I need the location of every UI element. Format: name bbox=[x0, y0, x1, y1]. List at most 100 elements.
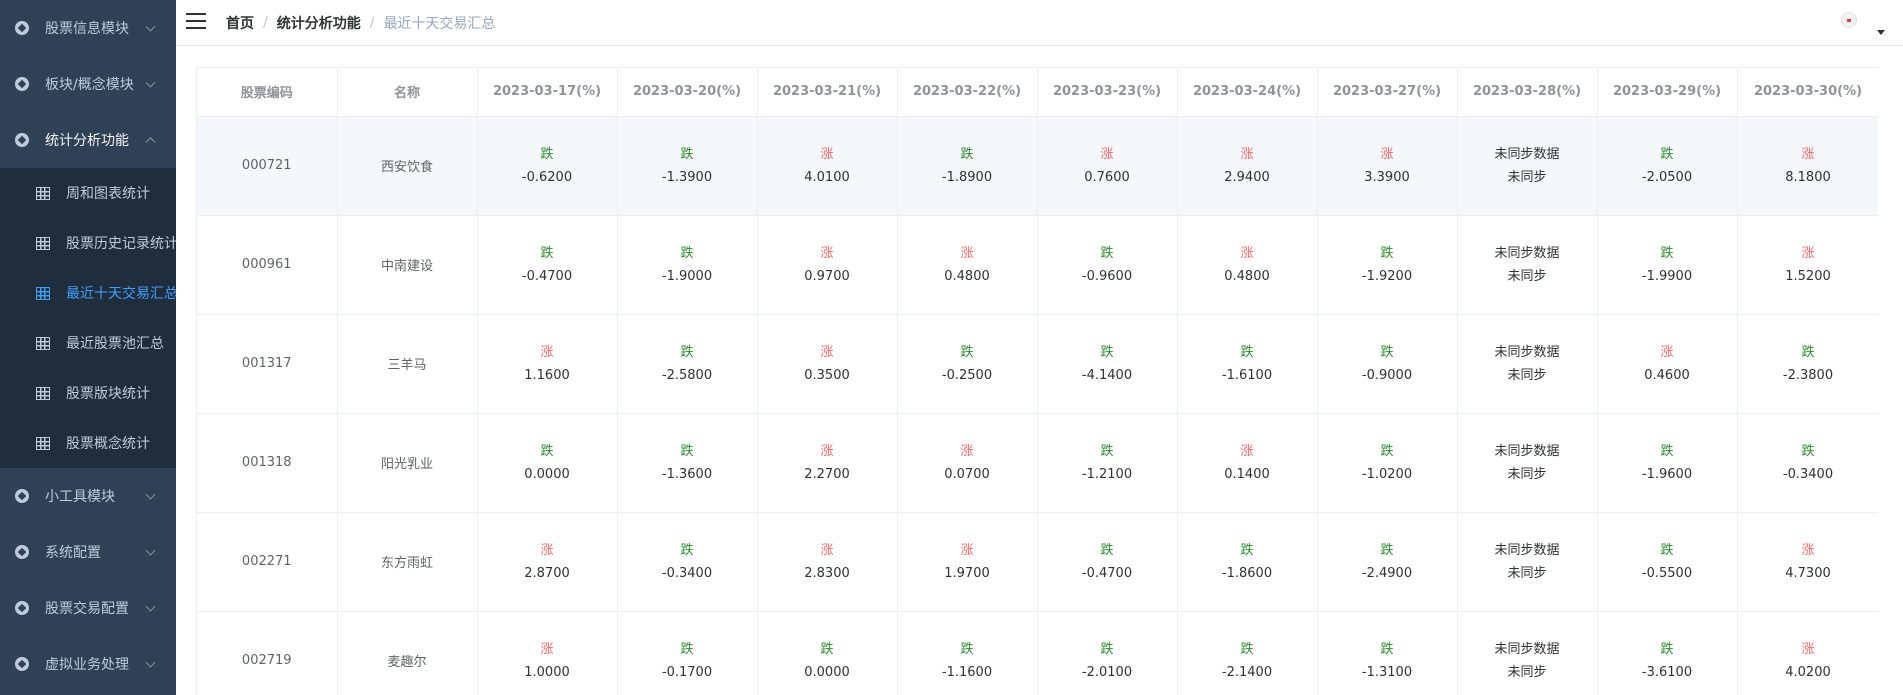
change-value: -2.5800 bbox=[661, 367, 713, 383]
table-body: 000721 西安饮食跌 -0.6200 跌 -1.3900 涨 4.0100 跌 -1.890… bbox=[197, 116, 1878, 695]
menu-virtual-business[interactable]: 虚拟业务处理 bbox=[0, 636, 176, 692]
sub-item-sector-stats[interactable]: 股票版块统计 bbox=[0, 368, 176, 418]
daily-change-cell: 涨 1.5200 bbox=[1737, 215, 1878, 315]
daily-change-cell: 跌 -0.4700 bbox=[1037, 512, 1178, 612]
change-value: 2.8300 bbox=[804, 565, 850, 581]
daily-change-cell: 跌 -0.3400 bbox=[617, 512, 758, 612]
change-value: -4.1400 bbox=[1081, 367, 1133, 383]
direction-label: 跌 bbox=[680, 641, 694, 657]
sub-item-ten-day-summary[interactable]: 最近十天交易汇总 bbox=[0, 268, 176, 318]
change-value: 4.0100 bbox=[804, 169, 850, 185]
sub-item-pool-summary[interactable]: 最近股票池汇总 bbox=[0, 318, 176, 368]
menu-sector-concept[interactable]: 板块/概念模块 bbox=[0, 56, 176, 112]
direction-label: 跌 bbox=[1660, 146, 1674, 162]
direction-label: 跌 bbox=[1100, 641, 1114, 657]
column-header: 2023-03-28(%) bbox=[1457, 68, 1598, 117]
change-value: 0.0000 bbox=[804, 664, 850, 680]
daily-change-cell: 跌 -1.3100 bbox=[1317, 611, 1458, 695]
daily-change-cell: 涨 4.0100 bbox=[757, 116, 898, 216]
direction-label: 跌 bbox=[1380, 245, 1394, 261]
direction-label: 跌 bbox=[1380, 443, 1394, 459]
direction-label: 跌 bbox=[1240, 542, 1254, 558]
statistics-submenu: 周和图表统计 股票历史记录统计 最近十天交易汇总 最近股票池汇总 股票版块统计 … bbox=[0, 168, 176, 468]
direction-label: 涨 bbox=[1240, 245, 1254, 261]
change-value: -0.9000 bbox=[1361, 367, 1413, 383]
direction-label: 涨 bbox=[1240, 146, 1254, 162]
change-value: 4.0200 bbox=[1785, 664, 1831, 680]
change-value: 未同步 bbox=[1507, 466, 1547, 482]
hamburger-icon[interactable] bbox=[186, 13, 206, 29]
table-row[interactable]: 001318 阳光乳业 跌 0.0000 跌 -1.3600 涨 2.2700 涨 0.0700 跌… bbox=[197, 413, 1878, 513]
change-value: 0.9700 bbox=[804, 268, 850, 284]
daily-change-cell: 跌 -2.3800 bbox=[1737, 314, 1878, 414]
daily-change-cell: 涨 0.4800 bbox=[897, 215, 1038, 315]
menu-circle-icon bbox=[15, 489, 29, 503]
change-value: -1.9900 bbox=[1641, 268, 1693, 284]
menu-trade-config[interactable]: 股票交易配置 bbox=[0, 580, 176, 636]
direction-label: 涨 bbox=[820, 245, 834, 261]
change-value: 0.1400 bbox=[1224, 466, 1270, 482]
breadcrumb-home[interactable]: 首页 bbox=[226, 13, 254, 33]
change-value: 2.2700 bbox=[804, 466, 850, 482]
menu-statistics[interactable]: 统计分析功能 bbox=[0, 112, 176, 168]
daily-change-cell: 跌 0.0000 bbox=[477, 413, 618, 513]
breadcrumb-current: 最近十天交易汇总 bbox=[383, 16, 496, 32]
direction-label: 未同步数据 bbox=[1494, 641, 1560, 657]
change-value: 3.3900 bbox=[1364, 169, 1410, 185]
chevron-down-icon bbox=[145, 21, 156, 32]
change-value: -0.5500 bbox=[1641, 565, 1693, 581]
daily-change-cell: 跌 -0.5500 bbox=[1597, 512, 1738, 612]
direction-label: 跌 bbox=[680, 146, 694, 162]
daily-change-cell: 跌 -4.1400 bbox=[1037, 314, 1178, 414]
breadcrumb-parent[interactable]: 统计分析功能 bbox=[277, 13, 361, 33]
daily-change-cell: 跌 -1.9600 bbox=[1597, 413, 1738, 513]
change-value: -1.2100 bbox=[1081, 466, 1133, 482]
menu-system-config[interactable]: 系统配置 bbox=[0, 524, 176, 580]
avatar[interactable] bbox=[1841, 12, 1857, 28]
column-header: 2023-03-23(%) bbox=[1037, 68, 1178, 117]
change-value: 2.9400 bbox=[1224, 169, 1270, 185]
chevron-down-icon bbox=[145, 601, 156, 612]
caret-down-icon[interactable] bbox=[1877, 30, 1885, 35]
daily-change-cell: 涨 0.0700 bbox=[897, 413, 1038, 513]
sub-item-weekly-chart[interactable]: 周和图表统计 bbox=[0, 168, 176, 218]
daily-change-cell: 跌 -2.0100 bbox=[1037, 611, 1178, 695]
direction-label: 跌 bbox=[680, 542, 694, 558]
table-row[interactable]: 002719 麦趣尔涨 1.0000 跌 -0.1700 跌 0.0000 跌 -1.1600 跌… bbox=[197, 611, 1878, 695]
daily-change-cell: 涨 1.1600 bbox=[477, 314, 618, 414]
change-value: -0.4700 bbox=[1081, 565, 1133, 581]
direction-label: 涨 bbox=[820, 344, 834, 360]
menu-tools[interactable]: 小工具模块 bbox=[0, 468, 176, 524]
change-value: -1.9600 bbox=[1641, 466, 1693, 482]
direction-label: 跌 bbox=[540, 245, 554, 261]
change-value: 0.7600 bbox=[1084, 169, 1130, 185]
change-value: 8.1800 bbox=[1785, 169, 1831, 185]
sub-item-history[interactable]: 股票历史记录统计 bbox=[0, 218, 176, 268]
column-header: 2023-03-29(%) bbox=[1597, 68, 1738, 117]
change-value: -1.6100 bbox=[1221, 367, 1273, 383]
direction-label: 跌 bbox=[1380, 344, 1394, 360]
column-header: 2023-03-30(%) bbox=[1737, 68, 1878, 117]
column-header: 2023-03-24(%) bbox=[1177, 68, 1318, 117]
menu-circle-icon bbox=[15, 545, 29, 559]
sub-item-label: 最近十天交易汇总 bbox=[66, 286, 176, 302]
change-value: -0.3400 bbox=[1782, 466, 1834, 482]
direction-label: 涨 bbox=[1100, 146, 1114, 162]
table-row[interactable]: 000961 中南建设 跌 -0.4700 跌 -1.9000 涨 0.9700 涨 0.4800… bbox=[197, 215, 1878, 315]
menu-stock-info[interactable]: 股票信息模块 bbox=[0, 0, 176, 56]
daily-change-cell: 跌 -2.0500 bbox=[1597, 116, 1738, 216]
table-row[interactable]: 002271 东方雨虹 涨 2.8700 跌 -0.3400 涨 2.8300 涨 1.9700 跌… bbox=[197, 512, 1878, 612]
change-value: -1.1600 bbox=[941, 664, 993, 680]
table-row[interactable]: 001317 三羊马涨 1.1600 跌 -2.5800 涨 0.3500 跌 -0.2500 跌… bbox=[197, 314, 1878, 414]
sidebar: 股票信息模块 板块/概念模块 统计分析功能 周和图表统计 股票历史记录统计 最近… bbox=[0, 0, 176, 695]
change-value: 2.8700 bbox=[524, 565, 570, 581]
daily-change-cell: 涨 2.8300 bbox=[757, 512, 898, 612]
table-row[interactable]: 000721 西安饮食 跌 -0.6200 跌 -1.3900 涨 4.0100 跌 -1.890… bbox=[197, 116, 1878, 216]
grid-table-icon bbox=[36, 436, 50, 450]
daily-change-cell: 涨 1.0000 bbox=[477, 611, 618, 695]
daily-change-cell: 涨 4.7300 bbox=[1737, 512, 1878, 612]
daily-change-cell: 跌 0.0000 bbox=[757, 611, 898, 695]
change-value: -1.3100 bbox=[1361, 664, 1413, 680]
menu-label: 小工具模块 bbox=[45, 489, 115, 505]
sub-item-concept-stats[interactable]: 股票概念统计 bbox=[0, 418, 176, 468]
